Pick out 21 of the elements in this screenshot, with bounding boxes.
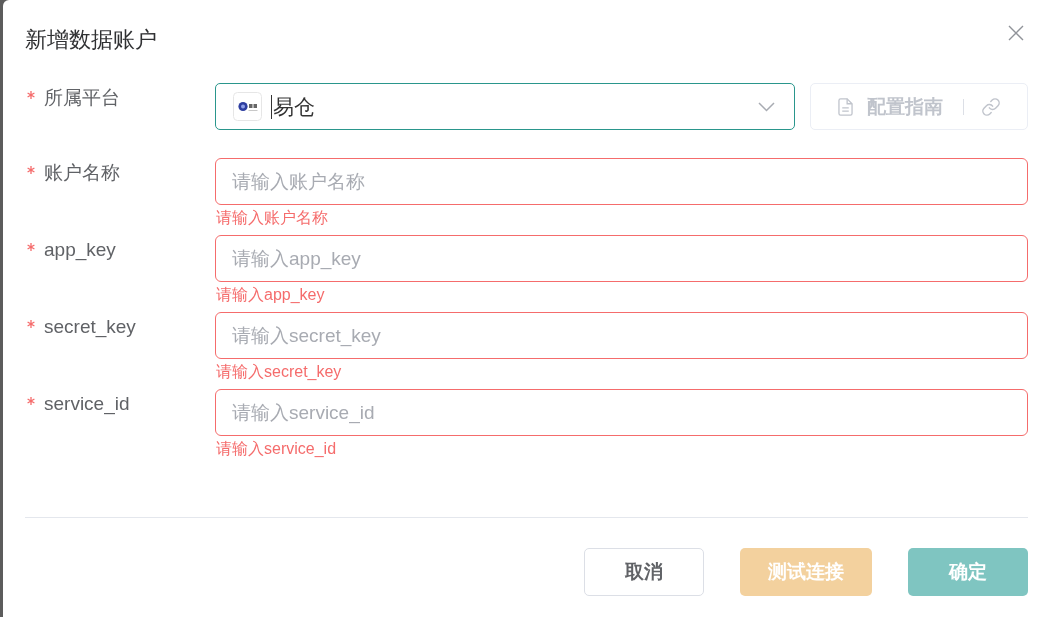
error-message: 请输入app_key: [216, 286, 325, 303]
error-message: 请输入service_id: [216, 440, 337, 457]
cancel-button[interactable]: 取消: [584, 548, 704, 596]
input-field[interactable]: 请输入app_key: [215, 235, 1028, 282]
input-field[interactable]: 请输入secret_key: [215, 312, 1028, 359]
platform-logo-icon: [233, 92, 262, 121]
chevron-down-icon: [758, 101, 775, 112]
link-icon: [982, 97, 1000, 116]
platform-select[interactable]: 易仓: [215, 83, 795, 130]
field-label: secret_key: [44, 315, 136, 340]
error-message: 请输入账户名称: [216, 209, 328, 226]
field-label: app_key: [44, 238, 116, 263]
input-field[interactable]: 请输入账户名称: [215, 158, 1028, 205]
close-icon[interactable]: [1008, 25, 1024, 41]
field-label: service_id: [44, 392, 130, 417]
field-label: 所属平台: [44, 86, 120, 110]
dialog-title: 新增数据账户: [25, 26, 157, 54]
error-message: 请输入secret_key: [216, 363, 342, 380]
document-icon: [838, 97, 853, 116]
input-field[interactable]: 请输入service_id: [215, 389, 1028, 436]
field-label: 账户名称: [44, 161, 120, 185]
